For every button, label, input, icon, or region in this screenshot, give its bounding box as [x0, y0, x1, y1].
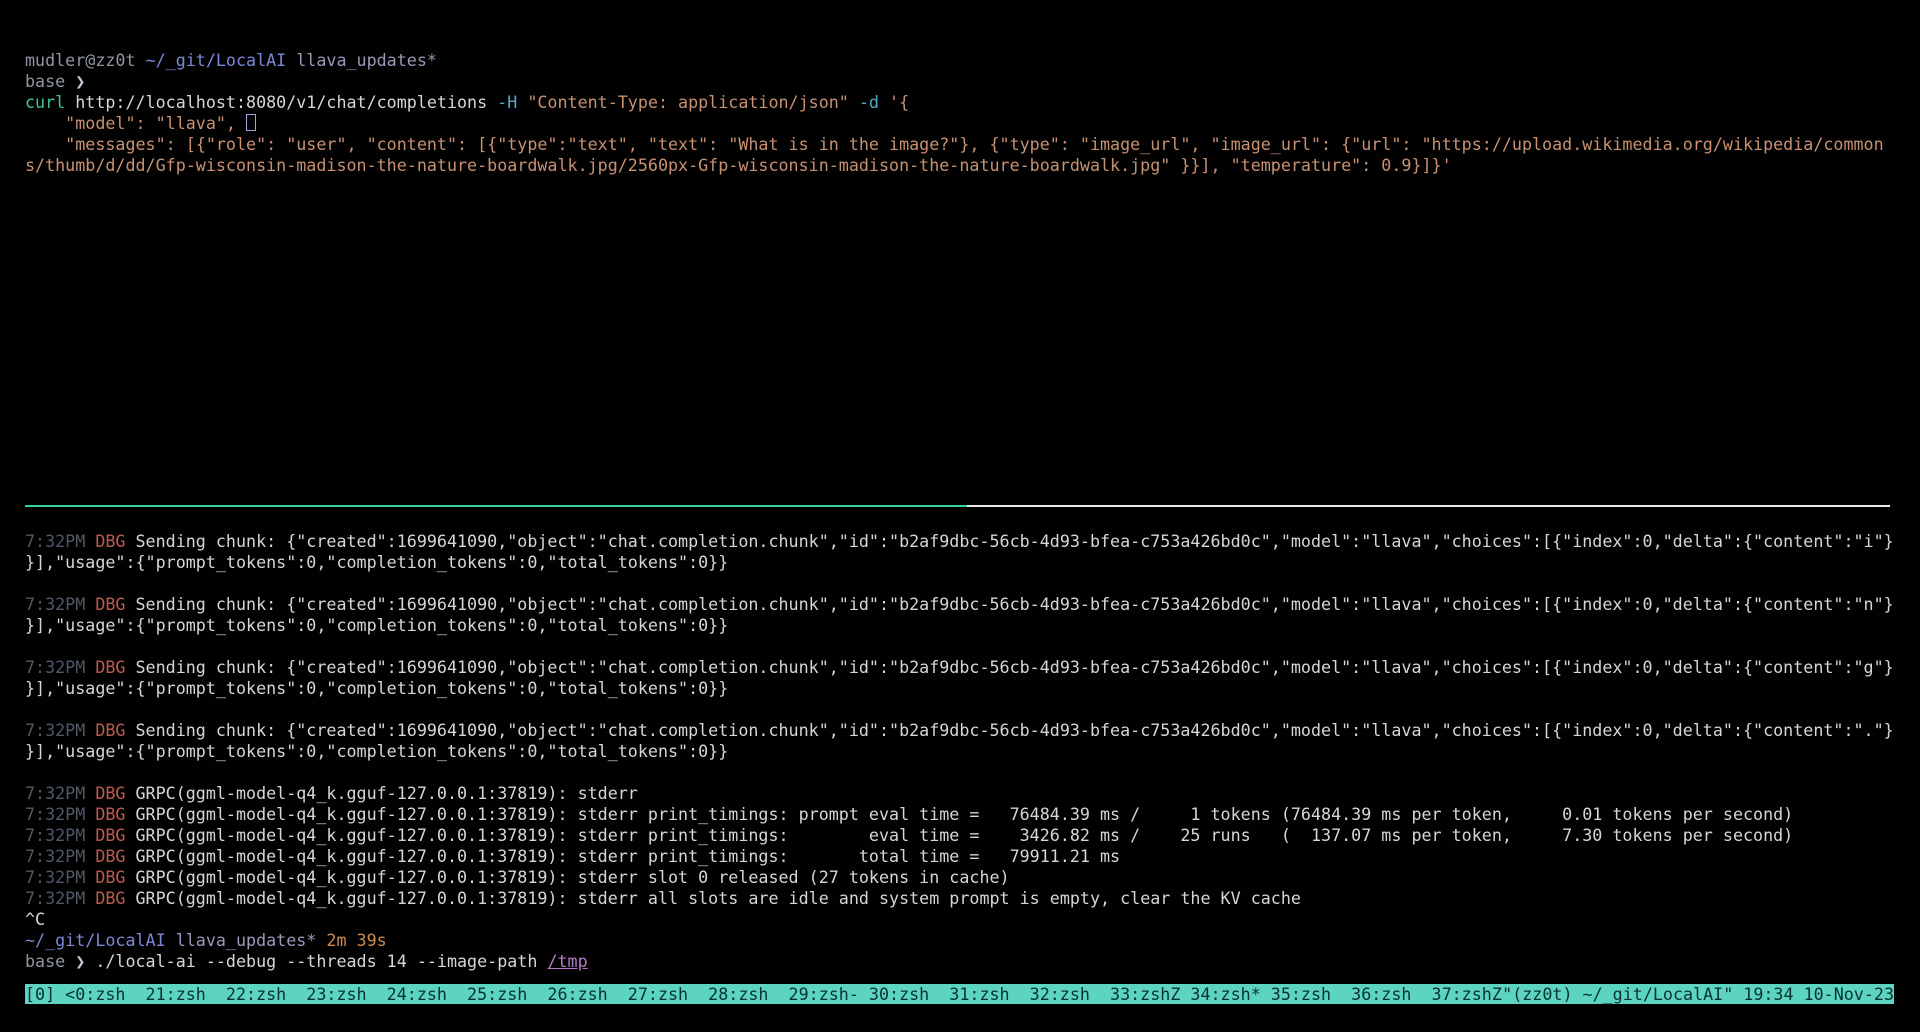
prompt-line-2: base ❯	[25, 71, 1884, 92]
log-line-blank	[25, 636, 1894, 657]
prompt-arrow: ❯	[75, 71, 85, 91]
prompt-line-1: mudler@zz0t ~/_git/LocalAI llava_updates…	[25, 50, 1884, 71]
local-ai-command: ./local-ai --debug --threads 14 --image-…	[95, 951, 547, 971]
tmux-status-right: "(zz0t) ~/_git/LocalAI" 19:34 10-Nov-23	[1502, 984, 1894, 1004]
pane-divider-active-segment	[25, 505, 967, 507]
tmux-status-bar[interactable]: [0] <0:zsh 21:zsh 22:zsh 23:zsh 24:zsh 2…	[25, 984, 1894, 1004]
log-line: 7:32PM DBG GRPC(ggml-model-q4_k.gguf-127…	[25, 825, 1894, 846]
log-line: }],"usage":{"prompt_tokens":0,"completio…	[25, 741, 1894, 762]
log-line-blank	[25, 699, 1894, 720]
log-line: 7:32PM DBG GRPC(ggml-model-q4_k.gguf-127…	[25, 783, 1894, 804]
json-messages-line: "messages": [{"role": "user", "content":…	[25, 134, 1884, 155]
log-line: 7:32PM DBG GRPC(ggml-model-q4_k.gguf-127…	[25, 804, 1894, 825]
log-line: 7:32PM DBG GRPC(ggml-model-q4_k.gguf-127…	[25, 846, 1894, 867]
text-cursor	[246, 114, 256, 131]
prompt-line-4: base ❯ ./local-ai --debug --threads 14 -…	[25, 951, 1894, 972]
prompt-cwd: ~/_git/LocalAI	[25, 930, 176, 950]
command-duration: 2m 39s	[326, 930, 386, 950]
command-url: http://localhost:8080/v1/chat/completion…	[75, 92, 497, 112]
flag-d: -d	[859, 92, 889, 112]
log-pane: 7:32PM DBG Sending chunk: {"created":169…	[25, 531, 1894, 972]
content-type-string: "Content-Type: application/json"	[527, 92, 859, 112]
curl-command-line: curl http://localhost:8080/v1/chat/compl…	[25, 92, 1884, 113]
top-pane: mudler@zz0t ~/_git/LocalAI llava_updates…	[25, 50, 1884, 176]
venv-name: base	[25, 71, 75, 91]
log-line: 7:32PM DBG Sending chunk: {"created":169…	[25, 531, 1894, 552]
log-line: 7:32PM DBG Sending chunk: {"created":169…	[25, 720, 1894, 741]
prompt-cwd: ~/_git/LocalAI	[146, 50, 297, 70]
log-line: 7:32PM DBG GRPC(ggml-model-q4_k.gguf-127…	[25, 867, 1894, 888]
venv-name: base	[25, 951, 75, 971]
json-messages-wrap-line: s/thumb/d/dd/Gfp-wisconsin-madison-the-n…	[25, 155, 1884, 176]
log-line: 7:32PM DBG GRPC(ggml-model-q4_k.gguf-127…	[25, 888, 1894, 909]
pane-divider	[25, 505, 1890, 507]
tmux-window-list: [0] <0:zsh 21:zsh 22:zsh 23:zsh 24:zsh 2…	[25, 984, 1502, 1004]
flag-h: -H	[497, 92, 527, 112]
log-line: }],"usage":{"prompt_tokens":0,"completio…	[25, 552, 1894, 573]
tmp-path-link[interactable]: /tmp	[547, 951, 587, 971]
log-line-blank	[25, 762, 1894, 783]
command-name: curl	[25, 92, 75, 112]
sigint-line: ^C	[25, 909, 1894, 930]
log-line: }],"usage":{"prompt_tokens":0,"completio…	[25, 678, 1894, 699]
json-model-line: "model": "llava",	[25, 113, 1884, 134]
terminal-screen[interactable]: mudler@zz0t ~/_git/LocalAI llava_updates…	[0, 0, 1920, 1032]
prompt-arrow: ❯	[75, 951, 95, 971]
prompt-user-host: mudler@zz0t	[25, 50, 146, 70]
log-line: 7:32PM DBG Sending chunk: {"created":169…	[25, 594, 1894, 615]
pane-divider-inactive-segment	[967, 505, 1890, 507]
log-line-blank	[25, 573, 1894, 594]
git-branch: llava_updates*	[296, 50, 437, 70]
json-open: '{	[889, 92, 909, 112]
prompt-line-3: ~/_git/LocalAI llava_updates* 2m 39s	[25, 930, 1894, 951]
log-line: 7:32PM DBG Sending chunk: {"created":169…	[25, 657, 1894, 678]
log-line: }],"usage":{"prompt_tokens":0,"completio…	[25, 615, 1894, 636]
git-branch: llava_updates*	[176, 930, 327, 950]
